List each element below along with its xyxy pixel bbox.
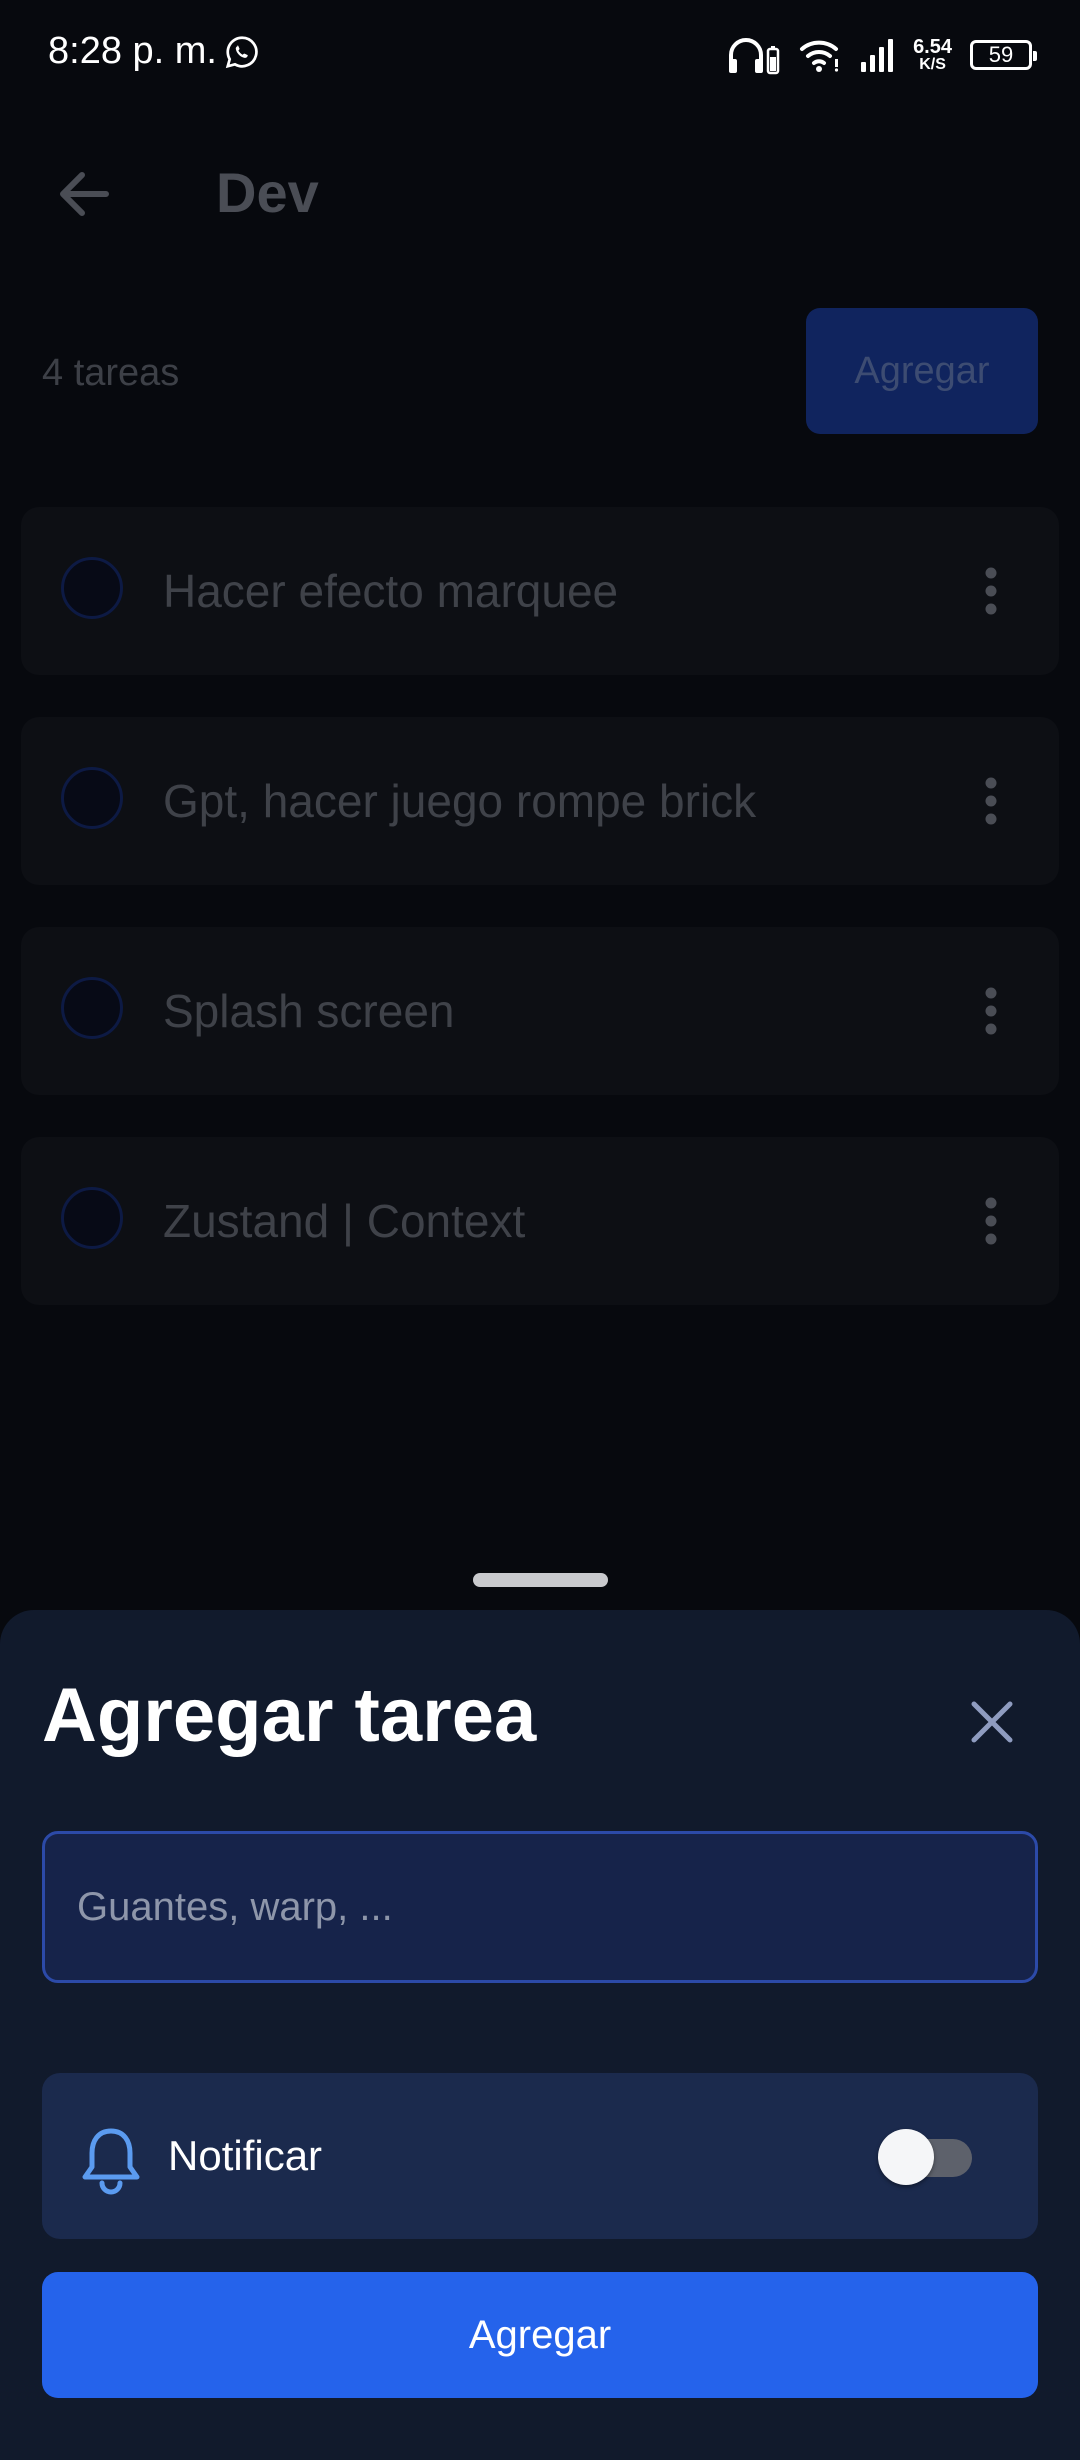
network-speed: 6.54 K/S — [913, 37, 952, 73]
whatsapp-icon — [225, 36, 258, 69]
task-checkbox[interactable] — [61, 767, 123, 829]
battery-level: 59 — [988, 42, 1014, 67]
headphones-icon — [729, 38, 780, 75]
more-vertical-icon[interactable] — [961, 1191, 1021, 1251]
more-vertical-icon[interactable] — [961, 771, 1021, 831]
notify-row[interactable]: Notificar — [42, 2073, 1038, 2239]
task-checkbox[interactable] — [61, 977, 123, 1039]
back-arrow-icon[interactable] — [48, 158, 120, 230]
signal-icon — [861, 39, 894, 72]
task-input[interactable] — [45, 1834, 1035, 1980]
task-label: Zustand | Context — [163, 1195, 526, 1247]
task-item[interactable]: Zustand | Context — [21, 1137, 1059, 1305]
add-task-button[interactable]: Agregar — [806, 308, 1038, 434]
sheet-drag-handle[interactable] — [473, 1573, 608, 1587]
close-icon[interactable] — [960, 1690, 1024, 1754]
bell-icon — [82, 2128, 140, 2195]
wifi-icon — [800, 40, 839, 72]
task-item[interactable]: Gpt, hacer juego rompe brick — [21, 717, 1059, 885]
task-item[interactable]: Hacer efecto marquee — [21, 507, 1059, 675]
notify-toggle[interactable] — [876, 2129, 976, 2185]
task-label: Gpt, hacer juego rompe brick — [163, 775, 757, 827]
page-title: Dev — [216, 161, 319, 224]
toggle-knob — [878, 2129, 934, 2185]
task-count: 4 tareas — [42, 352, 180, 394]
task-label: Hacer efecto marquee — [163, 565, 619, 617]
task-checkbox[interactable] — [61, 1187, 123, 1249]
notify-label: Notificar — [168, 2132, 323, 2179]
sheet-title: Agregar tarea — [42, 1673, 537, 1758]
more-vertical-icon[interactable] — [961, 561, 1021, 621]
task-item[interactable]: Splash screen — [21, 927, 1059, 1095]
more-vertical-icon[interactable] — [961, 981, 1021, 1041]
screen: 8:28 p. m. 6.54 K/S 59 Dev 4 tareas Agre… — [0, 0, 1080, 2460]
status-time: 8:28 p. m. — [48, 30, 217, 72]
task-input-field[interactable] — [42, 1831, 1038, 1983]
submit-add-button[interactable]: Agregar — [42, 2272, 1038, 2398]
status-bar: 8:28 p. m. 6.54 K/S 59 — [0, 0, 1080, 110]
task-checkbox[interactable] — [61, 557, 123, 619]
battery-icon: 59 — [970, 40, 1037, 70]
network-speed-unit: K/S — [919, 56, 946, 73]
status-icons: 6.54 K/S 59 — [727, 30, 1037, 80]
network-speed-value: 6.54 — [913, 36, 952, 58]
task-label: Splash screen — [163, 985, 455, 1037]
